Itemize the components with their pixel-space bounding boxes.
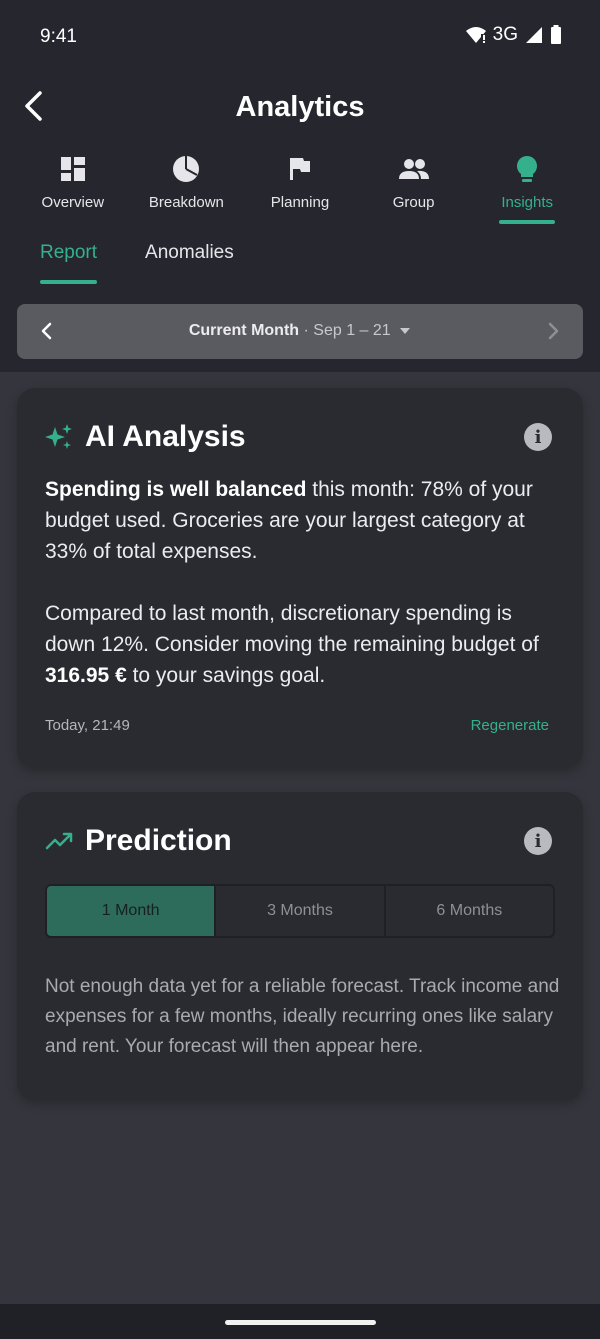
system-navigation-bar <box>0 1304 600 1339</box>
sub-tabs: Report Anomalies <box>30 238 244 284</box>
range-option-3-months[interactable]: 3 Months <box>214 886 383 936</box>
dropdown-arrow-icon <box>400 327 411 334</box>
range-option-1-month[interactable]: 1 Month <box>47 886 215 936</box>
wifi-icon <box>465 27 486 43</box>
regenerate-button[interactable]: Regenerate <box>471 717 549 734</box>
ai-analysis-card: AI Analysis i Spending is well balanced … <box>17 388 583 768</box>
battery-icon <box>551 25 561 44</box>
period-selector: Current Month · Sep 1 – 21 <box>17 304 583 359</box>
tab-breakdown[interactable]: Breakdown <box>130 154 244 226</box>
ai-analysis-text: Spending is well balanced this month: 78… <box>45 474 565 691</box>
analysis-paragraph: Spending is well balanced this month: 78… <box>45 474 565 567</box>
sparkle-icon <box>45 424 72 449</box>
analysis-headline: Spending is well balanced <box>45 478 307 501</box>
tab-label: Overview <box>41 194 105 211</box>
dashboard-icon <box>58 154 88 184</box>
subtab-report[interactable]: Report <box>30 238 107 284</box>
lightbulb-icon <box>512 154 542 184</box>
network-type: 3G <box>492 24 518 45</box>
tab-planning[interactable]: Planning <box>243 154 357 226</box>
ai-info-button[interactable]: i <box>524 423 552 451</box>
tab-label: Breakdown <box>148 194 224 211</box>
tab-insights[interactable]: Insights <box>470 154 584 226</box>
page-title: Analytics <box>235 91 365 123</box>
range-option-6-months[interactable]: 6 Months <box>383 886 553 936</box>
tab-group[interactable]: Group <box>357 154 471 226</box>
pie-chart-icon <box>171 154 201 184</box>
prediction-card: Prediction i 1 Month 3 Months 6 Months N… <box>17 792 583 1100</box>
subtab-anomalies[interactable]: Anomalies <box>135 238 244 278</box>
ai-analysis-title: AI Analysis <box>85 420 246 453</box>
status-time: 9:41 <box>40 26 77 47</box>
analysis-timestamp: Today, 21:49 <box>45 717 130 734</box>
flag-icon <box>285 154 315 184</box>
home-indicator[interactable] <box>225 1320 376 1325</box>
forecast-range-selector: 1 Month 3 Months 6 Months <box>45 884 555 938</box>
tab-label: Insights <box>501 194 554 211</box>
analysis-comparison: Compared to last month, discretionary sp… <box>45 602 539 656</box>
status-icons: 3G <box>465 24 562 46</box>
group-icon <box>398 154 429 184</box>
app-bar: Analytics <box>0 78 600 138</box>
remaining-budget-amount: 316.95 € <box>45 664 127 687</box>
tab-label: Group <box>392 194 435 211</box>
analysis-paragraph: Compared to last month, discretionary sp… <box>45 598 565 691</box>
period-separator: · <box>303 322 309 339</box>
info-icon: i <box>534 830 542 852</box>
prediction-header: Prediction <box>45 824 232 858</box>
prediction-title: Prediction <box>85 824 232 857</box>
info-icon: i <box>534 426 542 448</box>
period-label: Current Month <box>188 322 300 339</box>
status-bar: 9:41 3G <box>0 0 600 72</box>
chevron-right-icon <box>548 322 559 340</box>
prediction-info-button[interactable]: i <box>524 827 552 855</box>
period-dropdown[interactable]: Current Month · Sep 1 – 21 <box>17 322 583 340</box>
prediction-empty-message: Not enough data yet for a reliable forec… <box>45 976 560 1057</box>
period-range: Sep 1 – 21 <box>313 322 391 339</box>
analysis-suggestion: to your savings goal. <box>126 664 326 687</box>
trending-up-icon <box>45 832 73 850</box>
next-period-button[interactable] <box>539 316 569 346</box>
tab-label: Planning <box>270 194 330 211</box>
signal-icon <box>526 27 542 43</box>
tab-overview[interactable]: Overview <box>16 154 130 226</box>
ai-analysis-header: AI Analysis <box>45 420 246 454</box>
main-tabs: Overview Breakdown Planning Group Insigh… <box>16 154 584 226</box>
